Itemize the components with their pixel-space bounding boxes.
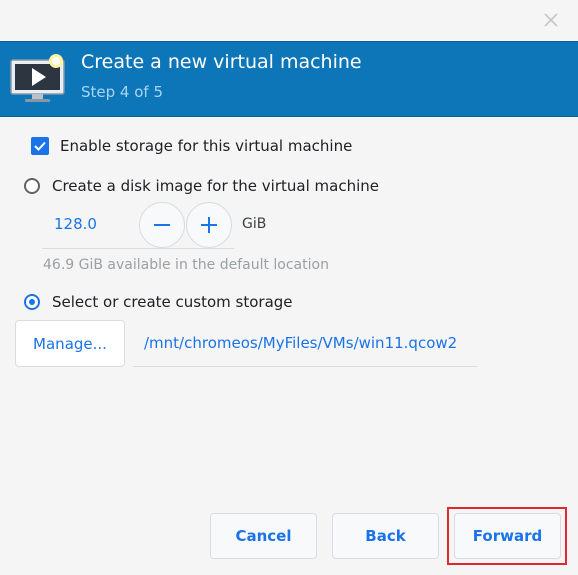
page-title: Create a new virtual machine — [81, 51, 362, 73]
stepper-underline — [134, 248, 234, 249]
disk-image-radio[interactable] — [24, 178, 40, 194]
checkmark-icon — [34, 141, 46, 151]
step-indicator: Step 4 of 5 — [81, 83, 164, 101]
close-icon — [544, 13, 558, 27]
wizard-header: Create a new virtual machine Step 4 of 5 — [0, 41, 578, 117]
minus-icon — [154, 224, 170, 226]
storage-path-value: /mnt/chromeos/MyFiles/VMs/win11.qcow2 — [144, 334, 458, 352]
forward-button[interactable]: Forward — [454, 513, 561, 559]
enable-storage-label: Enable storage for this virtual machine — [60, 137, 353, 155]
custom-storage-radio[interactable] — [24, 294, 40, 310]
storage-path-field[interactable]: /mnt/chromeos/MyFiles/VMs/win11.qcow2 — [133, 320, 478, 367]
back-button[interactable]: Back — [332, 513, 439, 559]
virtual-machine-icon — [10, 52, 70, 104]
disk-size-value: 128.0 — [54, 215, 97, 233]
decrease-size-button[interactable] — [139, 202, 185, 248]
enable-storage-row[interactable]: Enable storage for this virtual machine — [31, 137, 352, 155]
enable-storage-checkbox[interactable] — [31, 137, 49, 155]
disk-image-label: Create a disk image for the virtual mach… — [52, 177, 379, 195]
cancel-button[interactable]: Cancel — [210, 513, 317, 559]
title-bar — [0, 0, 578, 41]
custom-storage-option[interactable]: Select or create custom storage — [24, 293, 293, 311]
disk-size-input[interactable]: 128.0 — [42, 205, 134, 249]
size-unit-label: GiB — [242, 216, 267, 232]
increase-size-button[interactable] — [186, 202, 232, 248]
custom-storage-label: Select or create custom storage — [52, 293, 293, 311]
new-vm-dialog: Create a new virtual machine Step 4 of 5… — [0, 0, 578, 575]
manage-button[interactable]: Manage... — [15, 320, 125, 367]
available-space-hint: 46.9 GiB available in the default locati… — [43, 257, 329, 273]
disk-image-option[interactable]: Create a disk image for the virtual mach… — [24, 177, 379, 195]
plus-icon — [201, 217, 217, 233]
close-button[interactable] — [540, 9, 562, 31]
